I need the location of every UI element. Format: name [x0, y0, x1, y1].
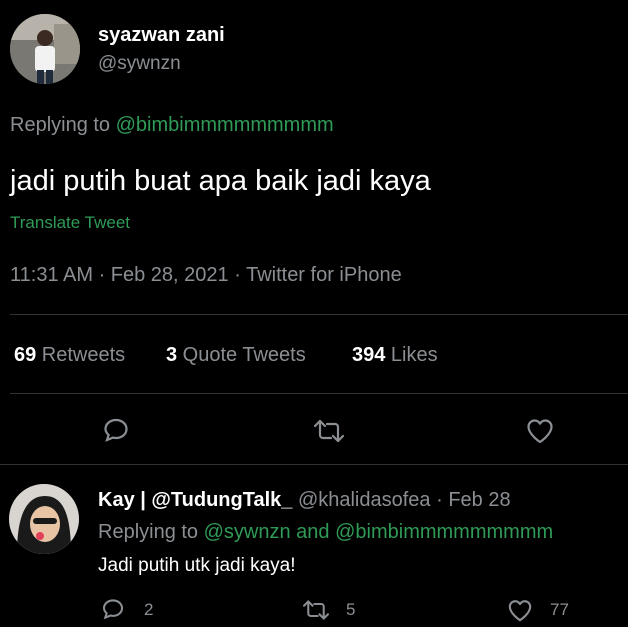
reply-text: Jadi putih utk jadi kaya! [98, 555, 296, 576]
tweet-meta[interactable]: 11:31 AM · Feb 28, 2021 · Twitter for iP… [10, 264, 402, 287]
author-avatar[interactable] [10, 14, 80, 84]
retweets-count: 69 [14, 344, 37, 366]
likes-label: Likes [385, 344, 438, 366]
reply-header: Kay | @TudungTalk_ @khalidasofea · Feb 2… [98, 489, 511, 512]
reply-mention-2[interactable]: @bimbimmmmmmmmm [335, 521, 553, 543]
reply-reply-icon[interactable] [101, 597, 125, 621]
likes-count: 394 [352, 344, 386, 366]
reply-author-handle[interactable]: @khalidasofea [298, 489, 431, 511]
divider [10, 314, 628, 315]
quotes-count: 3 [166, 344, 178, 366]
reply-mention-1[interactable]: @sywnzn [204, 521, 291, 543]
reply-reply-count: 2 [144, 600, 154, 619]
replying-to-line: Replying to @bimbimmmmmmmmm [10, 114, 334, 137]
replying-to-link[interactable]: @bimbimmmmmmmmm [116, 114, 334, 136]
reply-icon[interactable] [102, 416, 130, 444]
divider [10, 393, 628, 394]
retweet-icon[interactable] [312, 417, 346, 445]
translate-tweet-link[interactable]: Translate Tweet [10, 213, 130, 233]
like-icon[interactable] [526, 418, 554, 444]
reply-replying-to-line: Replying to @sywnzn and @bimbimmmmmmmmm [98, 521, 553, 544]
tweet-text: jadi putih buat apa baik jadi kaya [10, 165, 431, 197]
reply-like-icon[interactable] [507, 599, 533, 622]
reply-retweet-icon[interactable] [301, 598, 331, 622]
reply-retweet-count: 5 [346, 600, 356, 619]
author-name[interactable]: syazwan zani [98, 24, 225, 47]
quote-tweets-stat[interactable]: 3 Quote Tweets [166, 344, 306, 367]
retweets-stat[interactable]: 69 Retweets [14, 344, 125, 367]
reply-replying-label: Replying to [98, 521, 204, 543]
retweets-label: Retweets [36, 344, 126, 366]
reply-and-text: and [290, 521, 336, 543]
replying-to-label: Replying to [10, 114, 116, 136]
reply-author-name[interactable]: Kay | @TudungTalk_ [98, 489, 292, 511]
likes-stat[interactable]: 394 Likes [352, 344, 438, 367]
author-handle[interactable]: @sywnzn [98, 53, 181, 75]
quotes-label: Quote Tweets [177, 344, 306, 366]
reply-avatar[interactable] [9, 484, 79, 554]
divider [0, 464, 628, 465]
reply-like-count: 77 [550, 600, 569, 619]
reply-date[interactable]: · Feb 28 [436, 489, 510, 511]
